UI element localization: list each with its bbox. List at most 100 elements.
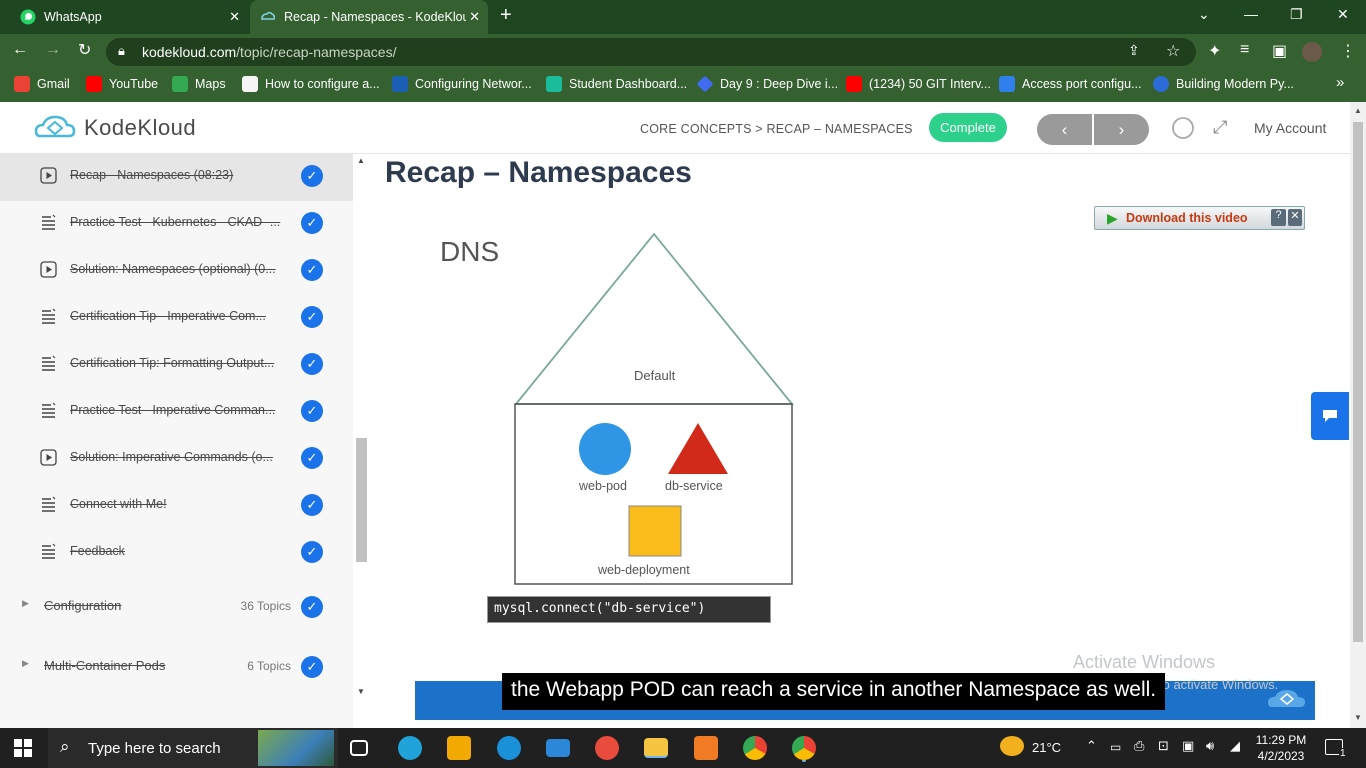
tab-kodekloud[interactable]: Recap - Namespaces - KodeKlou ✕ (250, 0, 488, 34)
prev-lesson-button[interactable]: ‹ (1037, 114, 1092, 145)
chrome-profile-icon[interactable] (792, 736, 816, 760)
task-view-icon[interactable] (350, 740, 368, 756)
menu-dots-icon[interactable]: ⋮ (1340, 41, 1356, 61)
bookmark-item[interactable]: Student Dashboard... (546, 76, 687, 92)
chrome-icon[interactable] (743, 736, 767, 760)
bookmark-item[interactable]: Day 9 : Deep Dive i... (696, 75, 838, 93)
lesson-label: Practice Test - Kubernetes - CKAD -... (70, 215, 281, 229)
download-video-button[interactable]: ▶ Download this video ? ✕ (1094, 206, 1305, 230)
media-icon[interactable]: ≡ (1240, 41, 1249, 59)
close-window-icon[interactable]: ✕ (1337, 6, 1349, 23)
chat-button[interactable] (1311, 392, 1349, 440)
app-icon[interactable] (595, 736, 619, 760)
weather-temperature[interactable]: 21°C (1032, 740, 1061, 755)
check-icon: ✓ (301, 656, 323, 678)
lesson-label: Practice Test - Imperative Comman... (70, 403, 276, 417)
lesson-item[interactable]: Certification Tip: Formatting Output... … (0, 342, 353, 389)
close-tab-icon[interactable]: ✕ (469, 9, 480, 25)
reload-icon[interactable]: ↻ (78, 40, 91, 60)
tab-whatsapp[interactable]: WhatsApp ✕ (10, 0, 248, 34)
close-icon[interactable]: ✕ (1288, 209, 1302, 226)
check-icon: ✓ (301, 259, 323, 281)
search-placeholder: Type here to search (88, 740, 221, 757)
usb-icon[interactable]: ⊡ (1158, 738, 1169, 754)
share-icon[interactable]: ⇪ (1128, 42, 1140, 59)
camera-icon[interactable]: ▣ (1182, 738, 1194, 754)
fullscreen-icon[interactable]: ⤢ (1213, 117, 1227, 138)
edge-icon[interactable] (398, 736, 422, 760)
browser-toolbar: ← → ↻ 🔒︎ kodekloud.com/topic/recap-names… (0, 34, 1366, 70)
browser-tab-bar: WhatsApp ✕ Recap - Namespaces - KodeKlou… (0, 0, 1366, 34)
profile-avatar[interactable] (1302, 42, 1322, 62)
lesson-item[interactable]: Feedback ✓ (0, 530, 353, 577)
bookmark-item[interactable]: Gmail (14, 76, 70, 92)
scroll-up-arrow-icon[interactable]: ▲ (357, 156, 365, 165)
page-scrollbar[interactable]: ▲ ▼ (1350, 102, 1366, 728)
scroll-down-arrow-icon[interactable]: ▼ (357, 687, 365, 696)
lesson-item[interactable]: Recap - Namespaces (08:23) ✓ (0, 154, 353, 201)
lesson-item[interactable]: Connect with Me! ✓ (0, 483, 353, 530)
file-explorer-icon[interactable] (644, 738, 668, 758)
bookmark-item[interactable]: Maps (172, 76, 226, 92)
bookmark-item[interactable]: Building Modern Py... (1153, 76, 1294, 92)
doc-icon (42, 308, 56, 324)
expand-arrow-icon[interactable]: ▶ (22, 598, 29, 609)
my-account-link[interactable]: My Account (1254, 120, 1326, 136)
network-icon[interactable]: ⎙ (1134, 738, 1144, 754)
bookmark-item[interactable]: YouTube (86, 76, 158, 92)
page-scroll-thumb[interactable] (1353, 122, 1363, 642)
new-tab-button[interactable]: + (500, 4, 512, 27)
back-icon[interactable]: ← (12, 41, 28, 59)
minimize-icon[interactable]: — (1244, 6, 1258, 22)
bookmark-item[interactable]: How to configure a... (242, 76, 380, 92)
sidebar-scroll-thumb[interactable] (356, 438, 367, 562)
taskbar-clock[interactable]: 11:29 PM 4/2/2023 (1252, 732, 1310, 764)
bookmark-item[interactable]: (1234) 50 GIT Interv... (846, 76, 991, 92)
lesson-item[interactable]: Practice Test - Imperative Comman... ✓ (0, 389, 353, 436)
next-lesson-button[interactable]: › (1094, 114, 1149, 145)
more-bookmarks-icon[interactable]: » (1336, 74, 1344, 91)
lesson-item[interactable]: Solution: Namespaces (optional) (0... ✓ (0, 248, 353, 295)
skype-icon[interactable] (497, 736, 521, 760)
breadcrumb[interactable]: CORE CONCEPTS > RECAP – NAMESPACES (640, 122, 913, 136)
close-tab-icon[interactable]: ✕ (229, 9, 240, 25)
bookmark-star-icon[interactable]: ☆ (1166, 41, 1180, 61)
bookmark-item[interactable]: Configuring Networ... (392, 76, 532, 92)
site-favicon-icon (999, 76, 1015, 92)
whatsapp-icon (20, 9, 36, 25)
sidepanel-icon[interactable]: ▣ (1272, 41, 1287, 61)
complete-button[interactable]: Complete (929, 113, 1007, 142)
show-hidden-icons-icon[interactable]: ⌃ (1086, 738, 1097, 754)
section-configuration[interactable]: ▶ Configuration 36 Topics ✓ (0, 584, 353, 631)
extensions-icon[interactable]: ✦ (1208, 41, 1221, 61)
tab-title: Recap - Namespaces - KodeKlou (284, 10, 466, 24)
volume-icon[interactable]: 🔊︎ (1206, 738, 1214, 754)
lesson-item[interactable]: Solution: Imperative Commands (o... ✓ (0, 436, 353, 483)
lesson-item[interactable]: Practice Test - Kubernetes - CKAD -... ✓ (0, 201, 353, 248)
windows-start-icon[interactable] (14, 739, 32, 757)
section-multi-container-pods[interactable]: ▶ Multi-Container Pods 6 Topics ✓ (0, 644, 353, 691)
bookmark-item[interactable]: Access port configu... (999, 76, 1142, 92)
help-icon[interactable]: ? (1271, 209, 1286, 226)
restore-icon[interactable]: ❐ (1290, 6, 1303, 23)
wifi-icon[interactable]: ◢ (1230, 738, 1240, 754)
expand-arrow-icon[interactable]: ▶ (22, 658, 29, 669)
mail-icon[interactable] (546, 739, 570, 757)
scroll-down-arrow-icon[interactable]: ▼ (1354, 713, 1362, 722)
forward-icon[interactable]: → (45, 41, 61, 59)
scroll-up-arrow-icon[interactable]: ▲ (1354, 106, 1362, 115)
weather-icon (1000, 736, 1024, 756)
logo-text[interactable]: KodeKloud (84, 115, 196, 141)
kodekloud-logo-icon[interactable] (34, 114, 76, 144)
store-icon[interactable] (447, 736, 471, 760)
dashboard-icon (546, 76, 562, 92)
dark-mode-icon[interactable] (1171, 116, 1195, 140)
lesson-item[interactable]: Certification Tip - Imperative Com... ✓ (0, 295, 353, 342)
download-label: Download this video (1126, 211, 1248, 225)
tab-search-chevron-icon[interactable]: ⌄ (1198, 6, 1210, 23)
battery-icon[interactable]: ▭ (1110, 740, 1121, 754)
settings-app-icon[interactable] (694, 736, 718, 760)
sidebar-scrollbar[interactable]: ▲ ▼ (353, 154, 370, 728)
taskbar-search-box[interactable]: ⌕ Type here to search (48, 728, 338, 768)
address-bar[interactable]: 🔒︎ kodekloud.com/topic/recap-namespaces/… (106, 38, 1196, 66)
